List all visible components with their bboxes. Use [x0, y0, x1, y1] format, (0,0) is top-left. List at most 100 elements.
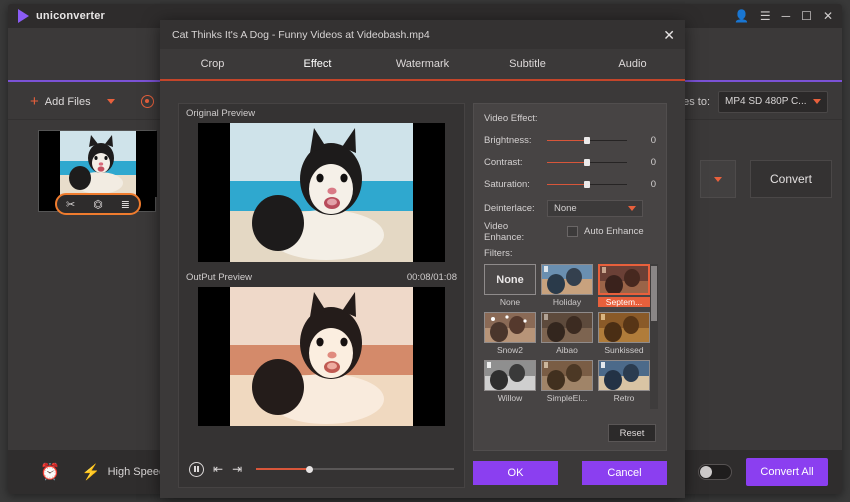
filter-name: Snow2: [497, 345, 523, 355]
deinterlace-select[interactable]: None: [547, 199, 643, 217]
dialog-title: Cat Thinks It's A Dog - Funny Videos at …: [172, 28, 430, 41]
brightness-label: Brightness:: [484, 135, 532, 146]
preview-column: Original Preview OutPut Preview 00:08/01…: [178, 103, 465, 488]
filter-item-willow[interactable]: Willow: [484, 360, 536, 403]
original-preview-header: Original Preview: [179, 104, 464, 123]
filter-item-simpleelegance[interactable]: SimpleEl...: [541, 360, 593, 403]
app-logo: uniconverter: [8, 9, 105, 23]
previous-frame-icon[interactable]: ⇤: [213, 463, 223, 475]
slider-knob[interactable]: [583, 137, 590, 144]
filter-item-holiday[interactable]: Holiday: [541, 264, 593, 307]
file-edit-toolbar: ✂ ⏣ ≣: [55, 193, 141, 215]
menu-icon[interactable]: ☰: [760, 10, 771, 22]
brightness-row: Brightness: 0: [484, 132, 656, 149]
video-enhance-label: Video Enhance:: [484, 220, 525, 243]
video-enhance-row: Video Enhance: Auto Enhance: [484, 220, 656, 243]
slider-fill: [547, 183, 587, 186]
seek-slider[interactable]: [256, 464, 454, 474]
preview-timestamp: 00:08/01:08: [406, 272, 457, 283]
minimize-icon[interactable]: ─: [782, 10, 791, 22]
saturation-row: Saturation: 0: [484, 176, 656, 193]
dialog-close-icon[interactable]: ✕: [663, 28, 675, 42]
tab-effect[interactable]: Effect: [265, 58, 370, 70]
add-files-label: Add Files: [44, 95, 91, 108]
filter-thumb: [541, 312, 593, 343]
app-root: uniconverter 👤 ☰ ─ ☐ ✕ + Add Files Load: [0, 0, 850, 502]
filter-item-september[interactable]: Septem...: [598, 264, 650, 307]
filter-item-snow2[interactable]: Snow2: [484, 312, 536, 355]
original-preview-label: Original Preview: [186, 108, 256, 119]
ok-button[interactable]: OK: [473, 461, 558, 485]
scheduler-icon[interactable]: ⏰: [40, 462, 60, 482]
add-files-button[interactable]: + Add Files: [30, 94, 115, 109]
seek-knob[interactable]: [305, 465, 313, 473]
cancel-button[interactable]: Cancel: [582, 461, 667, 485]
toggle-knob: [700, 466, 712, 478]
maximize-icon[interactable]: ☐: [801, 10, 812, 22]
settings-column: Video Effect: Brightness: 0 Contrast: 0 …: [473, 103, 667, 451]
filter-name: Aibao: [556, 345, 578, 355]
deinterlace-row: Deinterlace: None: [484, 198, 656, 218]
trim-icon[interactable]: ✂: [66, 198, 75, 211]
slider-fill: [547, 139, 587, 142]
filter-item-sunkissed[interactable]: Sunkissed: [598, 312, 650, 355]
filter-item-retro[interactable]: Retro: [598, 360, 650, 403]
filter-item-aibao[interactable]: Aibao: [541, 312, 593, 355]
filter-name: SimpleEl...: [546, 393, 588, 403]
file-card[interactable]: ✂ ⏣ ≣: [38, 130, 157, 215]
status-bar-right: Convert All: [698, 458, 828, 486]
crop-icon[interactable]: ⏣: [93, 198, 103, 211]
tab-watermark[interactable]: Watermark: [370, 58, 475, 70]
convert-button[interactable]: Convert: [750, 160, 832, 198]
player-controls: ⇤ ⇥: [179, 455, 464, 483]
filter-name: Septem...: [598, 297, 650, 307]
auto-enhance-checkbox[interactable]: [567, 226, 578, 237]
chevron-down-icon: [628, 205, 636, 211]
filter-name: None: [499, 297, 521, 307]
account-icon[interactable]: 👤: [734, 10, 749, 22]
output-format-select[interactable]: MP4 SD 480P C...: [718, 90, 828, 113]
file-thumbnail: [39, 131, 157, 197]
play-triangle-icon: [18, 9, 29, 23]
filter-thumb: [598, 360, 650, 391]
tab-audio[interactable]: Audio: [580, 58, 685, 70]
original-cat-image: [198, 123, 445, 262]
format-caret-button[interactable]: [700, 160, 736, 198]
plus-icon: +: [30, 93, 39, 110]
slider-fill: [547, 161, 587, 164]
original-preview-frame: [198, 123, 445, 262]
slider-knob[interactable]: [583, 181, 590, 188]
filters-scrollbar-thumb[interactable]: [651, 266, 657, 321]
filters-scrollbar[interactable]: [650, 264, 658, 409]
output-format-value: MP4 SD 480P C...: [725, 96, 807, 107]
dialog-body: Original Preview OutPut Preview 00:08/01…: [160, 83, 685, 498]
disc-icon: [140, 95, 154, 108]
output-preview-frame: [198, 287, 445, 426]
slider-knob[interactable]: [583, 159, 590, 166]
reset-button[interactable]: Reset: [608, 424, 656, 442]
contrast-slider[interactable]: [547, 157, 627, 169]
saturation-label: Saturation:: [484, 179, 530, 190]
filters-label: Filters:: [484, 248, 513, 259]
filter-item-none[interactable]: None None: [484, 264, 536, 307]
chevron-down-icon: [813, 99, 821, 104]
next-frame-icon[interactable]: ⇥: [232, 463, 242, 475]
close-icon[interactable]: ✕: [823, 10, 833, 22]
filter-name: Willow: [497, 393, 523, 403]
output-cat-image: [198, 287, 445, 426]
saturation-slider[interactable]: [547, 179, 627, 191]
chevron-down-icon: [714, 176, 722, 182]
tab-subtitle[interactable]: Subtitle: [475, 58, 580, 70]
output-preview-header: OutPut Preview 00:08/01:08: [179, 268, 464, 287]
convert-all-button[interactable]: Convert All: [746, 458, 828, 486]
saturation-value: 0: [650, 179, 656, 190]
high-speed-toggle[interactable]: [698, 464, 732, 480]
brightness-slider[interactable]: [547, 135, 627, 147]
effect-icon[interactable]: ≣: [121, 198, 130, 211]
convert-panel: Convert: [682, 120, 842, 430]
tab-crop[interactable]: Crop: [160, 58, 265, 70]
contrast-row: Contrast: 0: [484, 154, 656, 171]
pause-icon[interactable]: [189, 461, 204, 477]
chevron-down-icon[interactable]: [106, 99, 115, 104]
video-effect-section-label: Video Effect:: [484, 113, 538, 124]
